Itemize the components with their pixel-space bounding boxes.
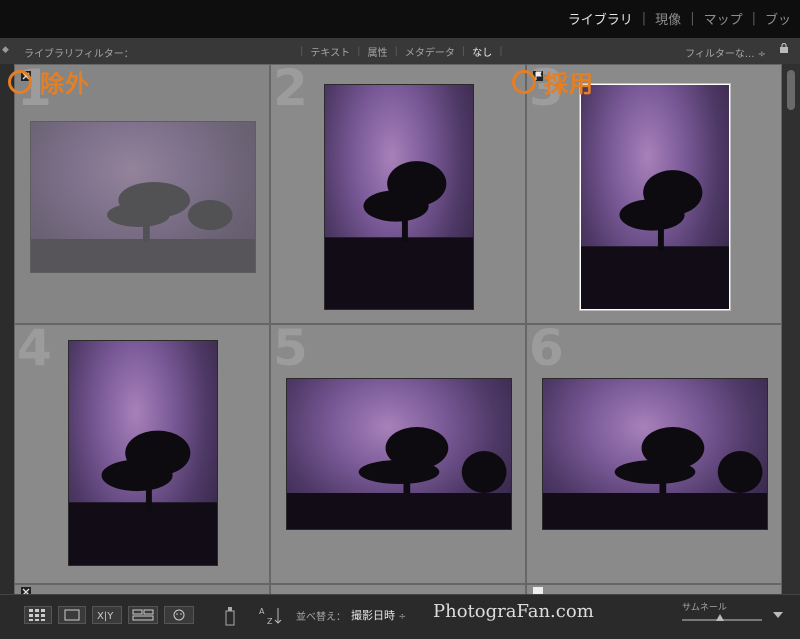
filter-preset-dropdown[interactable]: フィルターな... ÷ [685, 45, 766, 60]
updown-icon: ÷ [398, 612, 407, 622]
photo-thumbnail[interactable] [31, 122, 255, 272]
grid-cell-8[interactable] [270, 584, 526, 594]
grid-cell-1[interactable]: 1 [14, 64, 270, 324]
thumbnail-size-label: サムネール [682, 603, 727, 613]
highlight-circle-icon [8, 69, 32, 94]
grid-cell-4[interactable]: 4 [14, 324, 270, 584]
updown-icon: ÷ [757, 49, 766, 60]
thumbnail-slider-knob[interactable] [716, 614, 724, 621]
module-map[interactable]: マップ [695, 9, 752, 28]
photo-thumbnail[interactable] [287, 379, 511, 529]
module-book[interactable]: ブッ [756, 9, 800, 28]
tree-silhouette-icon [581, 170, 729, 309]
photo-thumbnail[interactable] [69, 341, 217, 565]
lock-icon[interactable] [780, 43, 788, 53]
bottom-toolbar: X|Y A Z 並べ替え： 撮影日時 ÷ PhotograFan.com サムネ… [0, 594, 800, 639]
loupe-view-button[interactable] [58, 606, 86, 624]
grid-cell-7[interactable] [14, 584, 270, 594]
thumbnail-grid: 1 2 3 4 5 6 [14, 64, 782, 594]
filter-tab-attribute[interactable]: 属性 [360, 44, 394, 59]
left-panel-toggle-icon[interactable]: ◆ [2, 45, 9, 55]
pick-flag-icon[interactable] [533, 587, 543, 594]
left-panel-edge [0, 64, 14, 594]
module-picker: ライブラリ | 現像 | マップ | ブッ [559, 8, 800, 28]
cell-index: 2 [273, 64, 308, 117]
tree-silhouette-icon [287, 427, 511, 529]
grid-cell-5[interactable]: 5 [270, 324, 526, 584]
people-view-button[interactable] [164, 606, 194, 624]
survey-view-button[interactable] [128, 606, 158, 624]
grid-view-icon [29, 609, 45, 621]
grid-scrollbar[interactable] [782, 64, 800, 594]
photo-thumbnail-selected[interactable] [581, 85, 729, 309]
grid-view-button[interactable] [24, 606, 52, 624]
grid-cell-3[interactable]: 3 [526, 64, 782, 324]
svg-text:Z: Z [267, 617, 273, 626]
cell-index: 6 [529, 324, 564, 377]
tree-silhouette-icon [325, 161, 473, 309]
filter-tabs: | テキスト | 属性 | メタデータ | なし | [300, 44, 503, 59]
module-develop[interactable]: 現像 [646, 9, 690, 28]
photo-thumbnail[interactable] [543, 379, 767, 529]
sort-dropdown[interactable]: 撮影日時 ÷ [351, 607, 406, 623]
sort-label: 並べ替え： [296, 612, 346, 623]
svg-text:A: A [259, 607, 265, 616]
compare-view-icon: X|Y [97, 611, 114, 622]
face-icon [173, 609, 185, 621]
highlight-circle-icon [512, 69, 536, 94]
reject-annotation-label: 除外 [40, 70, 90, 98]
grid-cell-6[interactable]: 6 [526, 324, 782, 584]
svg-text:X|Y: X|Y [97, 611, 114, 622]
grid-cell-2[interactable]: 2 [270, 64, 526, 324]
tree-silhouette-icon [31, 182, 255, 272]
filter-tab-metadata[interactable]: メタデータ [398, 44, 462, 59]
sort-value: 撮影日時 [351, 609, 395, 622]
loupe-view-icon [64, 609, 80, 621]
photo-thumbnail[interactable] [325, 85, 473, 309]
pick-annotation-label: 採用 [544, 70, 594, 98]
filter-preset-label: フィルターな... [685, 49, 755, 60]
library-filter-bar: ◆ ライブラリフィルター： | テキスト | 属性 | メタデータ | なし |… [0, 38, 800, 65]
watermark: PhotograFan.com [433, 601, 594, 622]
compare-view-button[interactable]: X|Y [92, 606, 122, 624]
cell-index: 5 [273, 324, 308, 377]
reject-annotation: 除外 [8, 64, 90, 99]
module-bar: ライブラリ | 現像 | マップ | ブッ [0, 0, 800, 38]
reject-flag-icon[interactable] [21, 587, 31, 594]
tab-separator: | [499, 46, 503, 57]
painter-spray-can-icon[interactable] [222, 605, 238, 627]
tree-silhouette-icon [69, 430, 217, 565]
filter-label: ライブラリフィルター： [24, 49, 134, 60]
filter-tab-text[interactable]: テキスト [303, 44, 357, 59]
scrollbar-thumb[interactable] [787, 70, 795, 110]
survey-view-icon [132, 609, 154, 621]
toolbar-menu-chevron-icon[interactable] [772, 611, 784, 619]
cell-index: 4 [17, 324, 52, 377]
pick-annotation: 採用 [512, 64, 594, 99]
filter-tab-none[interactable]: なし [465, 44, 499, 59]
module-library[interactable]: ライブラリ [559, 9, 642, 28]
grid-cell-9[interactable] [526, 584, 782, 594]
tree-silhouette-icon [543, 427, 767, 529]
sort-direction-icon[interactable]: A Z [258, 605, 284, 627]
